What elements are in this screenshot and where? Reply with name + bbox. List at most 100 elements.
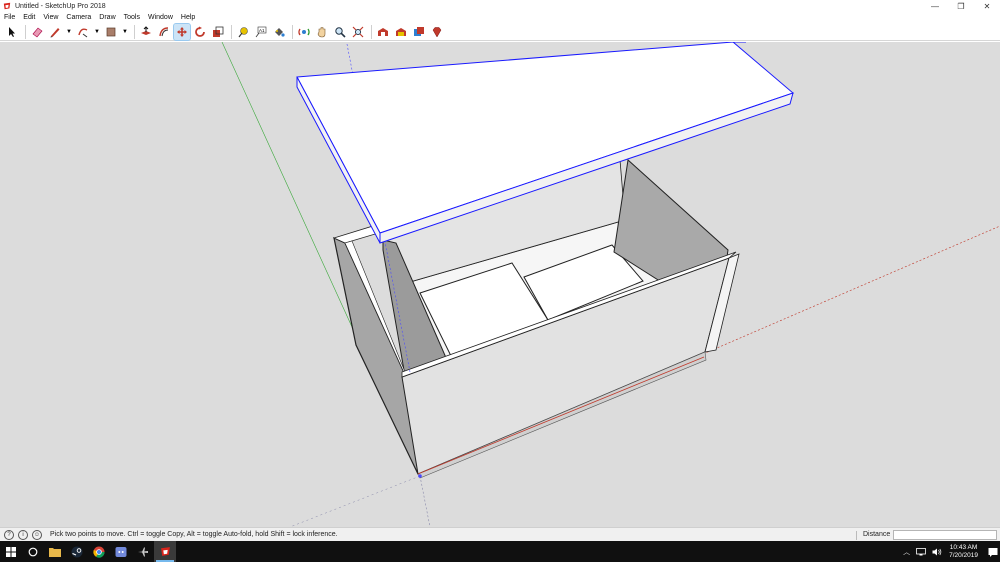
window-title: Untitled - SketchUp Pro 2018 <box>15 2 106 10</box>
flight-app-button[interactable] <box>132 541 154 562</box>
action-center-button[interactable] <box>986 541 1000 562</box>
eraser-tool[interactable] <box>29 24 45 40</box>
warehouse-icon <box>378 27 388 36</box>
orbit-icon <box>298 28 310 35</box>
menu-edit[interactable]: Edit <box>19 14 39 21</box>
sketchup-taskbar-button[interactable] <box>154 541 176 562</box>
volume-icon[interactable] <box>932 548 942 556</box>
large-tool-set: ▼ ▼ ▼ A1 <box>0 22 1000 41</box>
file-explorer-button[interactable] <box>44 541 66 562</box>
push-pull-tool[interactable] <box>138 24 154 40</box>
cortana-button[interactable] <box>22 541 44 562</box>
zoom-tool[interactable] <box>332 24 348 40</box>
discord-button[interactable] <box>110 541 132 562</box>
offset-tool[interactable] <box>156 24 172 40</box>
pencil-icon <box>50 27 60 37</box>
offset-icon <box>159 26 169 36</box>
line-tool[interactable] <box>47 24 63 40</box>
notification-icon <box>988 547 998 557</box>
measurements-label: Distance <box>863 531 891 538</box>
origin-point <box>418 474 422 478</box>
arc-icon <box>78 27 88 37</box>
text-tool[interactable]: A1 <box>253 24 269 40</box>
close-button[interactable]: ✕ <box>974 0 1000 12</box>
zoom-extents-tool[interactable] <box>350 24 366 40</box>
status-message: Pick two points to move. Ctrl = toggle C… <box>50 531 338 538</box>
network-icon[interactable] <box>916 547 926 556</box>
move-icon <box>177 26 187 37</box>
push-pull-icon <box>141 25 151 35</box>
info-icon[interactable]: i <box>18 529 28 540</box>
toolbar-separator <box>292 24 293 39</box>
line-tool-dropdown[interactable]: ▼ <box>65 24 73 40</box>
system-tray: ︿ 10:43 AM 7/20/2019 <box>900 541 1000 562</box>
window-controls: — ❐ ✕ <box>922 0 1000 12</box>
tape-icon <box>238 26 248 37</box>
clock[interactable]: 10:43 AM 7/20/2019 <box>949 544 978 560</box>
clock-time: 10:43 AM <box>949 543 978 551</box>
discord-icon <box>115 546 127 557</box>
windows-logo-icon <box>6 546 16 557</box>
plane-icon <box>138 547 148 556</box>
send-to-layout-button[interactable] <box>411 24 427 40</box>
extension-warehouse-button[interactable] <box>393 24 409 40</box>
menu-window[interactable]: Window <box>144 14 177 21</box>
toolbar-separator <box>371 24 372 39</box>
green-axis-dashed <box>289 475 421 527</box>
model-scene <box>221 42 1000 527</box>
menu-view[interactable]: View <box>39 14 62 21</box>
chrome-button[interactable] <box>88 541 110 562</box>
text-tool-glyph: A1 <box>259 28 265 33</box>
steam-icon <box>71 546 83 557</box>
menu-file[interactable]: File <box>0 14 19 21</box>
text-icon: A1 <box>255 26 267 37</box>
toolbar-separator <box>231 24 232 39</box>
arc-tool-dropdown[interactable]: ▼ <box>93 24 101 40</box>
arrow-icon <box>9 26 15 37</box>
measurements-input[interactable] <box>893 530 997 540</box>
title-bar: Untitled - SketchUp Pro 2018 — ❐ ✕ <box>0 0 1000 12</box>
pan-tool[interactable] <box>314 24 330 40</box>
shape-tool[interactable] <box>103 24 119 40</box>
maximize-button[interactable]: ❐ <box>948 0 974 12</box>
steam-button[interactable] <box>66 541 88 562</box>
orbit-tool[interactable] <box>296 24 312 40</box>
menu-tools[interactable]: Tools <box>120 14 144 21</box>
select-tool[interactable] <box>4 24 20 40</box>
move-tool[interactable] <box>173 22 191 41</box>
scale-tool[interactable] <box>210 24 226 40</box>
chrome-icon <box>93 546 105 558</box>
menu-bar: File Edit View Camera Draw Tools Window … <box>0 12 1000 23</box>
rotate-tool[interactable] <box>192 24 208 40</box>
3d-warehouse-button[interactable] <box>375 24 391 40</box>
tape-measure-tool[interactable] <box>235 24 251 40</box>
minimize-button[interactable]: — <box>922 0 948 12</box>
rotate-icon <box>195 26 205 37</box>
rectangle-icon <box>106 27 116 36</box>
paint-bucket-tool[interactable] <box>271 24 287 40</box>
menu-camera[interactable]: Camera <box>62 14 95 21</box>
start-button[interactable] <box>0 541 22 562</box>
status-bar: ? i ☺ Pick two points to move. Ctrl = to… <box>0 527 1000 541</box>
user-icon[interactable]: ☺ <box>32 529 42 540</box>
menu-draw[interactable]: Draw <box>95 14 119 21</box>
extension-manager-button[interactable] <box>429 24 445 40</box>
hand-icon <box>317 26 326 37</box>
help-icon[interactable]: ? <box>4 529 14 540</box>
chevron-up-icon[interactable]: ︿ <box>903 547 910 557</box>
chevron-down-icon: ▼ <box>66 28 72 35</box>
ruby-icon <box>432 26 442 38</box>
chevron-down-icon: ▼ <box>94 28 100 35</box>
windows-taskbar: ︿ 10:43 AM 7/20/2019 <box>0 541 1000 562</box>
sketchup-logo-icon <box>3 2 11 10</box>
toolbar-separator <box>134 24 135 39</box>
scale-icon <box>213 26 224 37</box>
magnifier-icon <box>335 26 346 38</box>
file-explorer-icon <box>49 547 61 557</box>
menu-help[interactable]: Help <box>177 14 199 21</box>
sketchup-icon <box>160 547 170 556</box>
shape-tool-dropdown[interactable]: ▼ <box>121 24 129 40</box>
modeling-viewport[interactable] <box>0 42 1000 527</box>
arc-tool[interactable] <box>75 24 91 40</box>
extension-icon <box>396 27 406 36</box>
